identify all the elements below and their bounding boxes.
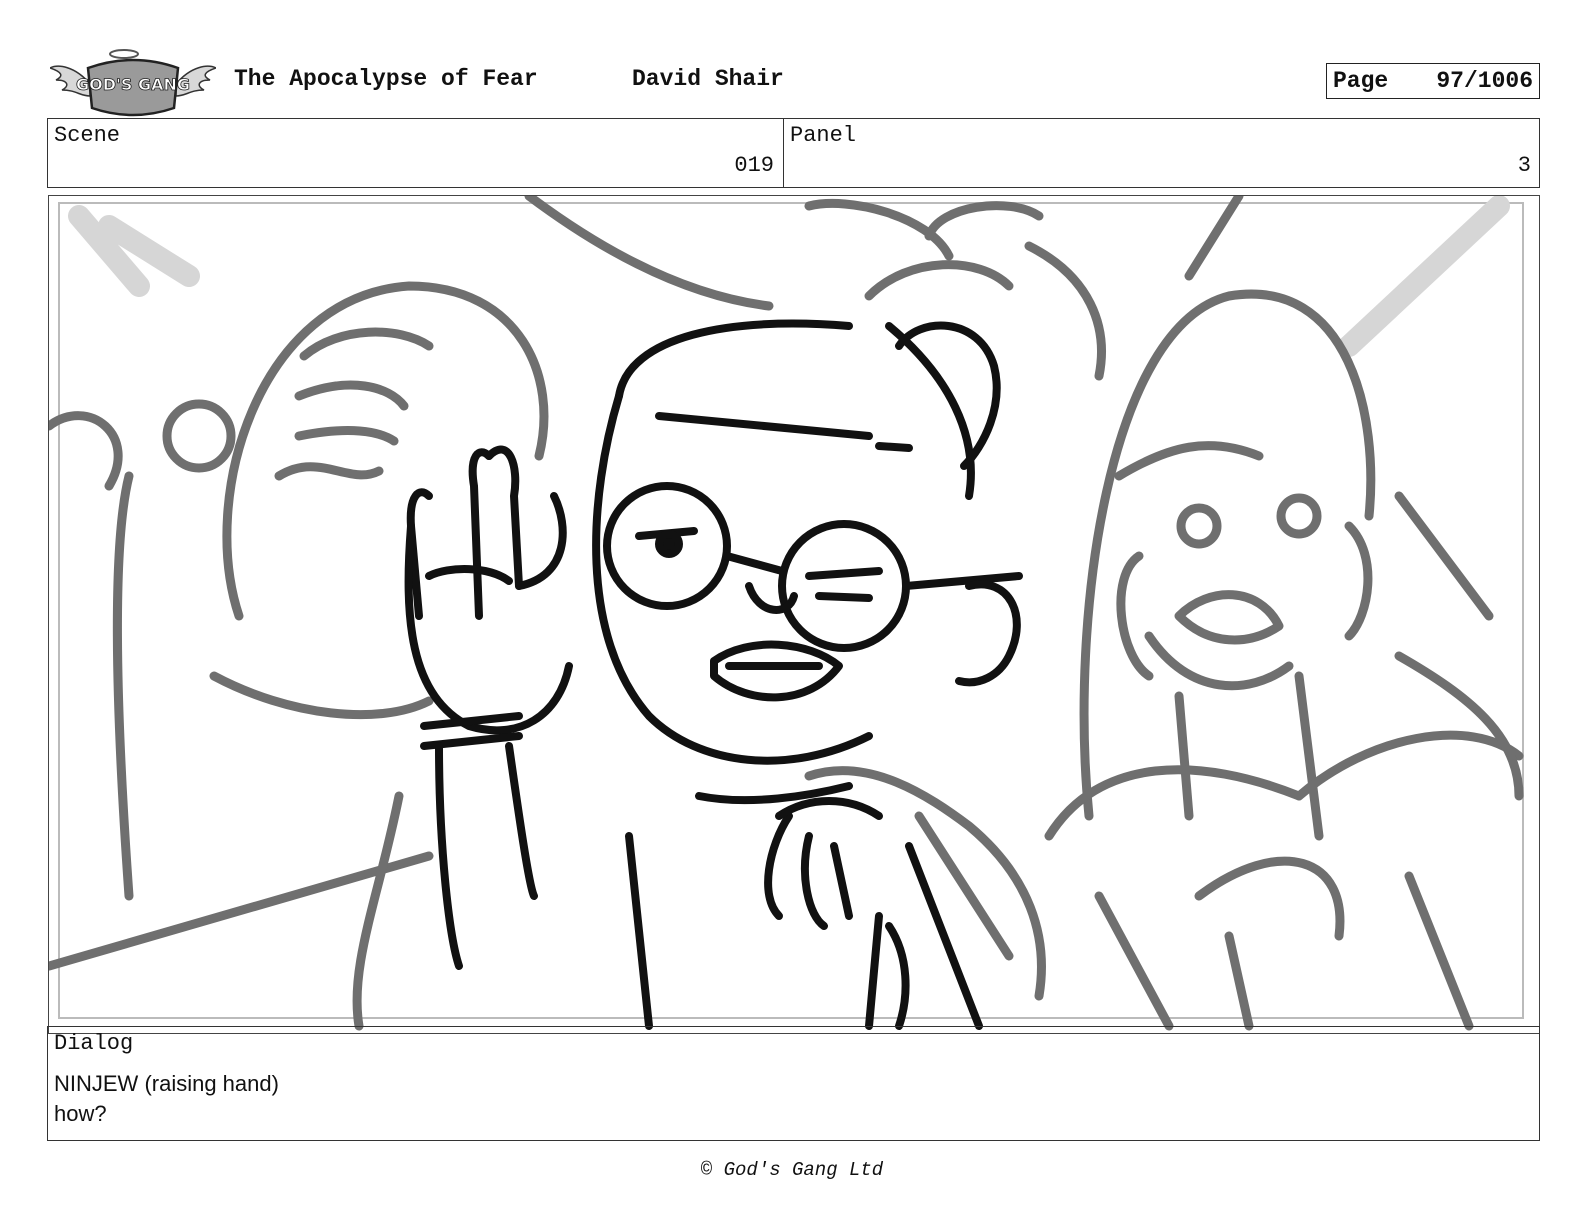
dialog-box: Dialog NINJEW (raising hand) how? — [47, 1026, 1540, 1141]
storyboard-title: The Apocalypse of Fear — [234, 66, 538, 92]
page-counter: Page 97/1006 — [1326, 63, 1540, 99]
author-name: David Shair — [632, 66, 784, 92]
panel-number: 3 — [1517, 153, 1531, 178]
page-number: 97/1006 — [1436, 68, 1533, 94]
scene-panel-row: Scene 019 Panel 3 — [47, 118, 1540, 188]
copyright-footer: © God's Gang Ltd — [700, 1159, 884, 1181]
dialog-speech-line: how? — [54, 1101, 107, 1126]
dialog-speaker-line: NINJEW (raising hand) — [54, 1071, 279, 1096]
logo-wordmark: GOD'S GANG — [76, 75, 190, 94]
panel-sketch — [49, 196, 1524, 1031]
gods-gang-logo: GOD'S GANG — [48, 46, 218, 118]
row-divider — [783, 119, 784, 187]
dialog-text: NINJEW (raising hand) how? — [54, 1069, 279, 1129]
page-label: Page — [1333, 68, 1389, 94]
storyboard-panel-image — [48, 195, 1540, 1034]
scene-label: Scene — [54, 123, 121, 148]
scene-number: 019 — [734, 153, 774, 178]
panel-label: Panel — [790, 123, 857, 148]
dialog-label: Dialog — [54, 1031, 134, 1056]
